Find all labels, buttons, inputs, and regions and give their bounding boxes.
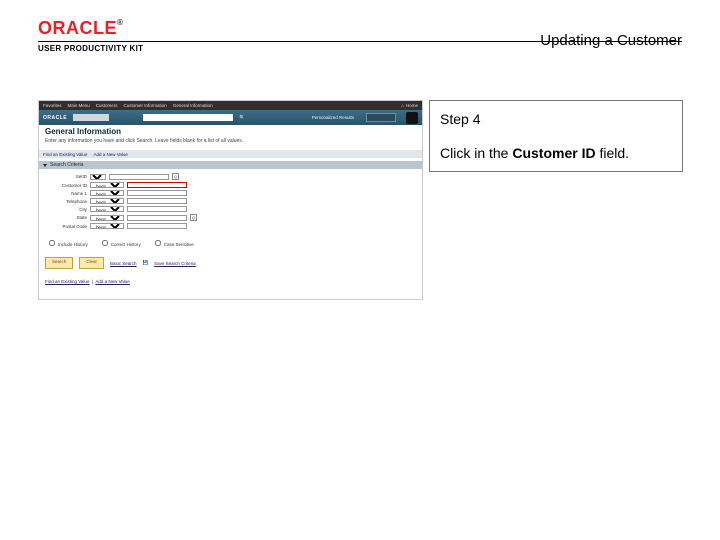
search-button[interactable]: Search [45,257,73,269]
tab-find-existing[interactable]: Find an Existing Value [43,152,87,157]
step-text: Click in the Customer ID field. [440,143,672,163]
search-form: SetID = Q Customer ID begins with Name 1… [39,169,422,233]
input-telephone[interactable] [127,198,187,204]
input-state[interactable] [127,215,187,221]
label-setid: SetID [45,174,87,179]
home-label: Home [406,103,418,108]
search-criteria-label: Search Criteria [50,162,83,168]
row-city: City begins with [45,206,416,212]
input-customer-id[interactable] [127,182,187,188]
label-state: State [45,215,87,220]
logo-reg-mark: ® [117,18,123,27]
breadcrumb-general-information[interactable]: General Information [173,103,213,108]
step-text-bold: Customer ID [512,145,595,161]
page-heading: General Information [45,127,416,136]
label-name1: Name 1 [45,191,87,196]
op-telephone[interactable]: begins with [90,198,124,204]
row-customer-id: Customer ID begins with [45,182,416,188]
label-city: City [45,207,87,212]
save-icon: 💾 [143,260,149,266]
basic-search-link[interactable]: Basic Search [110,261,137,266]
lookup-icon[interactable]: Q [172,173,179,180]
breadcrumb-main-menu[interactable]: Main Menu [68,103,90,108]
scope-select[interactable] [73,114,109,121]
input-name1[interactable] [127,190,187,196]
app-oracle-logo: ORACLE [43,115,67,121]
history-options: Include History Correct History Case Sen… [39,233,422,253]
collapse-icon [43,164,47,167]
app-top-bar: ORACLE 🔍 Personalized Results [39,110,422,125]
search-icon[interactable]: 🔍 [239,115,245,121]
mode-tab-band: Find an Existing Value Add a New Value [39,150,422,158]
search-criteria-header[interactable]: Search Criteria [39,161,422,169]
footer-links: Find an Existing Value | Add a New Value [39,273,422,290]
instruction-panel: Step 4 Click in the Customer ID field. [429,100,683,300]
logo-brand-text: ORACLE [38,18,117,38]
breadcrumb-customer-information[interactable]: Customer Information [124,103,167,108]
save-search-link[interactable]: Save Search Criteria [154,261,196,266]
row-postal: Postal Code begins with [45,223,416,229]
check-correct-history[interactable]: Correct History [98,237,141,249]
op-city[interactable]: begins with [90,206,124,212]
home-link[interactable]: ⌂ Home [401,103,418,108]
personalized-results-link[interactable]: Personalized Results [312,115,354,120]
lookup-icon[interactable]: Q [190,214,197,221]
app-breadcrumb-bar: Favorites Main Menu Customers Customer I… [39,101,422,110]
global-search-input[interactable] [143,114,233,121]
check-case-sensitive[interactable]: Case Sensitive [151,237,194,249]
footer-find-existing[interactable]: Find an Existing Value [45,279,89,284]
label-customer-id: Customer ID [45,183,87,188]
clear-button[interactable]: Clear [79,257,104,269]
action-row: Search Clear Basic Search 💾 Save Search … [39,253,422,273]
step-number: Step 4 [440,109,672,129]
op-setid[interactable]: = [90,174,106,180]
step-text-post: field. [596,145,629,161]
row-state: State begins with Q [45,214,416,221]
step-text-pre: Click in the [440,145,512,161]
op-customer-id[interactable]: begins with [90,182,124,188]
input-city[interactable] [127,206,187,212]
footer-add-new[interactable]: Add a New Value [95,279,129,284]
input-postal[interactable] [127,223,187,229]
row-name1: Name 1 begins with [45,190,416,196]
page-title: Updating a Customer [540,32,682,49]
breadcrumb-favorites[interactable]: Favorites [43,103,62,108]
application-screenshot: Favorites Main Menu Customers Customer I… [38,100,423,300]
breadcrumb-customers[interactable]: Customers [96,103,118,108]
notification-icon[interactable] [406,112,418,124]
row-setid: SetID = Q [45,173,416,180]
op-name1[interactable]: begins with [90,190,124,196]
op-postal[interactable]: begins with [90,223,124,229]
document-header: ORACLE® USER PRODUCTIVITY KIT Updating a… [38,18,682,53]
check-include-history[interactable]: Include History [45,237,88,249]
add-to-select[interactable] [366,113,396,122]
tab-add-new[interactable]: Add a New Value [93,152,127,157]
input-setid[interactable] [109,174,169,180]
label-telephone: Telephone [45,199,87,204]
op-state[interactable]: begins with [90,215,124,221]
row-telephone: Telephone begins with [45,198,416,204]
page-subtext: Enter any information you have and click… [45,138,416,144]
home-icon: ⌂ [401,103,404,108]
label-postal: Postal Code [45,224,87,229]
